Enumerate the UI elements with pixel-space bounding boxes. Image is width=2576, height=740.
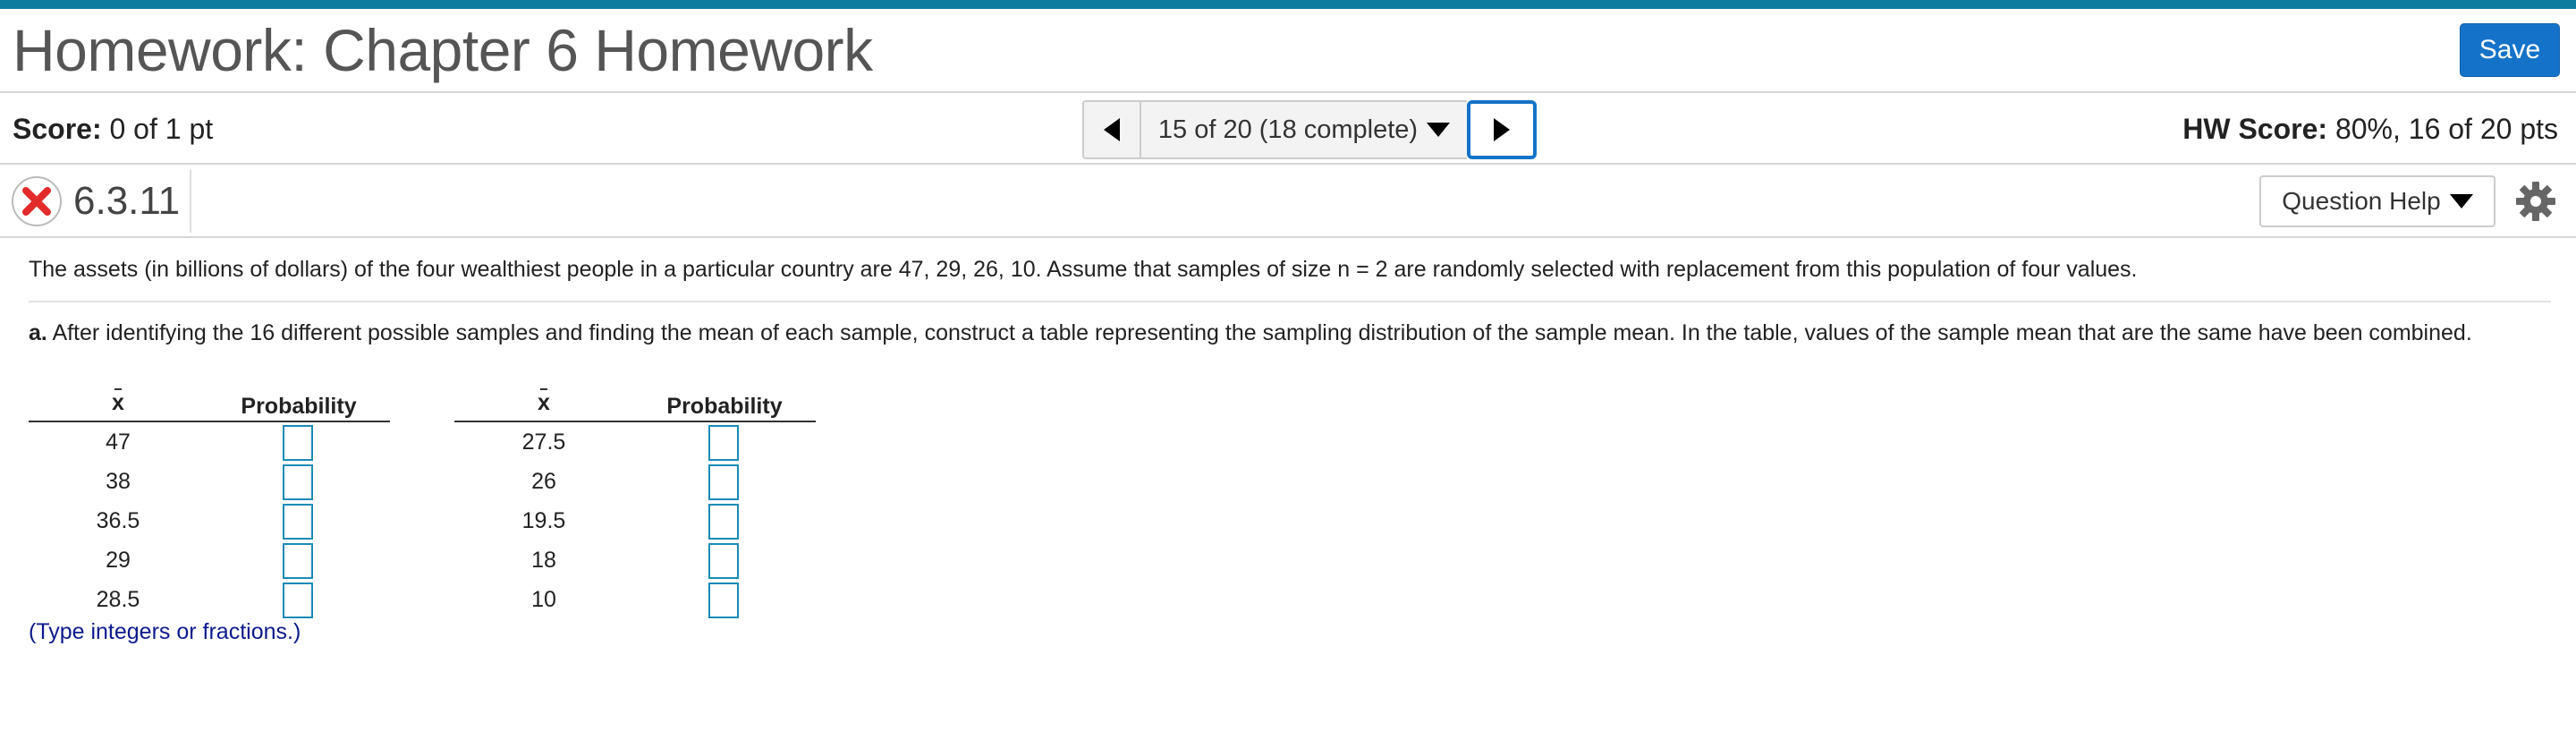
table-row: 19.5 — [454, 501, 816, 540]
table-header: x Probability — [454, 387, 816, 422]
save-button[interactable]: Save — [2460, 23, 2560, 77]
probability-input[interactable] — [283, 464, 313, 500]
part-a-label: a. — [29, 320, 47, 345]
question-header: 6.3.11 Question Help — [0, 165, 2576, 238]
table-row: 28.5 — [29, 580, 390, 619]
previous-question-button[interactable] — [1082, 100, 1141, 159]
probability-input[interactable] — [283, 425, 313, 461]
arrow-right-icon — [1494, 118, 1510, 141]
answer-format-note: (Type integers or fractions.) — [29, 619, 301, 644]
probability-input[interactable] — [283, 543, 313, 579]
sample-mean-value: 38 — [106, 469, 131, 494]
question-help-label: Question Help — [2282, 187, 2441, 215]
arrow-left-icon — [1104, 118, 1120, 141]
sample-mean-value: 29 — [106, 548, 131, 573]
sample-mean-value: 27.5 — [521, 430, 566, 455]
divider — [190, 170, 191, 233]
table-row: 47 — [29, 422, 390, 462]
score-bar: Score: 0 of 1 pt 15 of 20 (18 complete) … — [0, 93, 2576, 165]
table-row: 29 — [29, 540, 390, 580]
distribution-table-right: x Probability 27.5 26 19.5 18 10 — [454, 387, 816, 619]
probability-input[interactable] — [708, 425, 739, 461]
sample-mean-value: 28.5 — [96, 587, 140, 612]
hw-score-label: HW Score: — [2182, 113, 2328, 145]
sample-mean-value: 18 — [531, 548, 556, 573]
question-navigator: 15 of 20 (18 complete) — [1082, 100, 1537, 159]
divider — [29, 301, 2551, 302]
part-a-text: a. After identifying the 16 different po… — [29, 319, 2551, 348]
part-a-body: After identifying the 16 different possi… — [52, 320, 2472, 345]
question-progress: 15 of 20 (18 complete) — [1157, 115, 1419, 144]
hw-score-value: 80%, 16 of 20 pts — [2334, 113, 2558, 145]
probability-input[interactable] — [283, 583, 313, 618]
sample-mean-value: 47 — [106, 430, 131, 455]
question-intro: The assets (in billions of dollars) of t… — [29, 257, 2138, 282]
column-header-probability: Probability — [666, 394, 783, 419]
table-row: 18 — [454, 540, 816, 580]
question-score: Score: 0 of 1 pt — [13, 113, 213, 146]
question-content: The assets (in billions of dollars) of t… — [29, 254, 2551, 348]
top-accent-bar — [0, 0, 2576, 9]
caret-down-icon — [1427, 123, 1451, 137]
page-title: Homework: Chapter 6 Homework — [13, 17, 873, 83]
probability-input[interactable] — [283, 504, 313, 540]
probability-input[interactable] — [708, 543, 739, 579]
score-value: 0 of 1 pt — [109, 113, 214, 145]
page-header: Homework: Chapter 6 Homework Save — [0, 9, 2576, 93]
table-row: 38 — [29, 462, 390, 501]
table-row: 10 — [454, 580, 816, 619]
probability-input[interactable] — [708, 464, 739, 500]
sample-mean-value: 36.5 — [96, 508, 140, 533]
column-header-x-bar: x — [538, 388, 550, 415]
question-number: 6.3.11 — [73, 179, 181, 223]
incorrect-icon — [12, 176, 62, 226]
caret-down-icon — [2449, 194, 2473, 208]
table-row: 26 — [454, 462, 816, 501]
sample-mean-value: 10 — [531, 587, 556, 612]
column-header-probability: Probability — [241, 394, 357, 419]
probability-input[interactable] — [708, 504, 739, 540]
probability-input[interactable] — [708, 583, 739, 618]
table-row: 36.5 — [29, 501, 390, 540]
question-help-button[interactable]: Question Help — [2259, 175, 2496, 227]
gear-icon[interactable] — [2515, 181, 2556, 222]
homework-score: HW Score: 80%, 16 of 20 pts — [2182, 113, 2558, 146]
table-header: x Probability — [29, 387, 390, 422]
sample-mean-value: 26 — [531, 469, 556, 494]
next-question-button[interactable] — [1467, 100, 1537, 159]
column-header-x-bar: x — [112, 388, 124, 415]
distribution-table-left: x Probability 47 38 36.5 29 28.5 — [29, 387, 390, 619]
question-select-dropdown[interactable]: 15 of 20 (18 complete) — [1141, 100, 1467, 159]
score-label: Score: — [13, 113, 102, 145]
table-row: 27.5 — [454, 422, 816, 462]
sample-mean-value: 19.5 — [521, 508, 566, 533]
